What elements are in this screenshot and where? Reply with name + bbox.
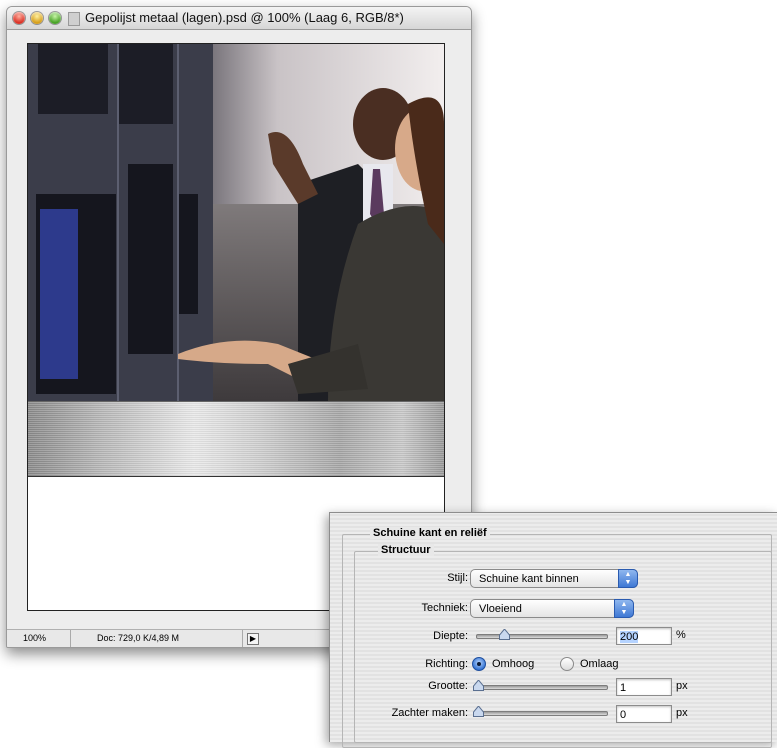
photo-layer <box>28 44 444 401</box>
direction-label: Richting: <box>425 658 468 670</box>
close-button[interactable] <box>13 12 25 24</box>
document-size: Doc: 729,0 K/4,89 M <box>73 630 243 647</box>
technique-label: Techniek: <box>421 602 468 614</box>
zoom-button[interactable] <box>49 12 61 24</box>
style-value: Schuine kant binnen <box>479 573 579 585</box>
document-proxy-icon[interactable] <box>68 12 80 26</box>
depth-label: Diepte: <box>433 630 468 642</box>
size-input[interactable]: 1 <box>616 678 672 696</box>
status-menu-arrow-icon[interactable]: ▶ <box>247 633 259 645</box>
zoom-level[interactable]: 100% <box>7 630 71 647</box>
style-select[interactable]: Schuine kant binnen ▲ ▼ <box>470 569 638 588</box>
minimize-button[interactable] <box>31 12 43 24</box>
style-label: Stijl: <box>447 572 468 584</box>
depth-slider-thumb[interactable] <box>498 629 510 640</box>
business-people-photo <box>28 44 444 401</box>
depth-unit: % <box>676 629 686 641</box>
direction-down-radio[interactable] <box>560 657 574 671</box>
direction-up-label[interactable]: Omhoog <box>492 658 534 670</box>
brushed-metal-layer <box>28 401 444 477</box>
soften-slider-track[interactable] <box>476 711 608 716</box>
size-label: Grootte: <box>428 680 468 692</box>
size-slider-thumb[interactable] <box>472 680 484 691</box>
technique-select[interactable]: Vloeiend ▲ ▼ <box>470 599 634 618</box>
updown-arrows-icon: ▲ ▼ <box>618 569 638 588</box>
title-bar[interactable]: Gepolijst metaal (lagen).psd @ 100% (Laa… <box>7 7 471 30</box>
size-unit: px <box>676 680 688 692</box>
technique-value: Vloeiend <box>479 603 522 615</box>
updown-arrows-icon: ▲ ▼ <box>614 599 634 618</box>
soften-label: Zachter maken: <box>391 707 468 719</box>
window-title: Gepolijst metaal (lagen).psd @ 100% (Laa… <box>85 10 404 25</box>
direction-down-label[interactable]: Omlaag <box>580 658 619 670</box>
soften-unit: px <box>676 707 688 719</box>
size-slider-track[interactable] <box>476 685 608 690</box>
depth-slider-track[interactable] <box>476 634 608 639</box>
direction-up-radio[interactable] <box>472 657 486 671</box>
bevel-emboss-panel: Schuine kant en reliëf Structuur Stijl: … <box>329 512 777 748</box>
soften-slider-thumb[interactable] <box>472 706 484 717</box>
group-title: Schuine kant en reliëf <box>370 527 490 539</box>
depth-input[interactable]: 200 <box>616 627 672 645</box>
soften-input[interactable]: 0 <box>616 705 672 723</box>
subgroup-title: Structuur <box>378 544 434 556</box>
